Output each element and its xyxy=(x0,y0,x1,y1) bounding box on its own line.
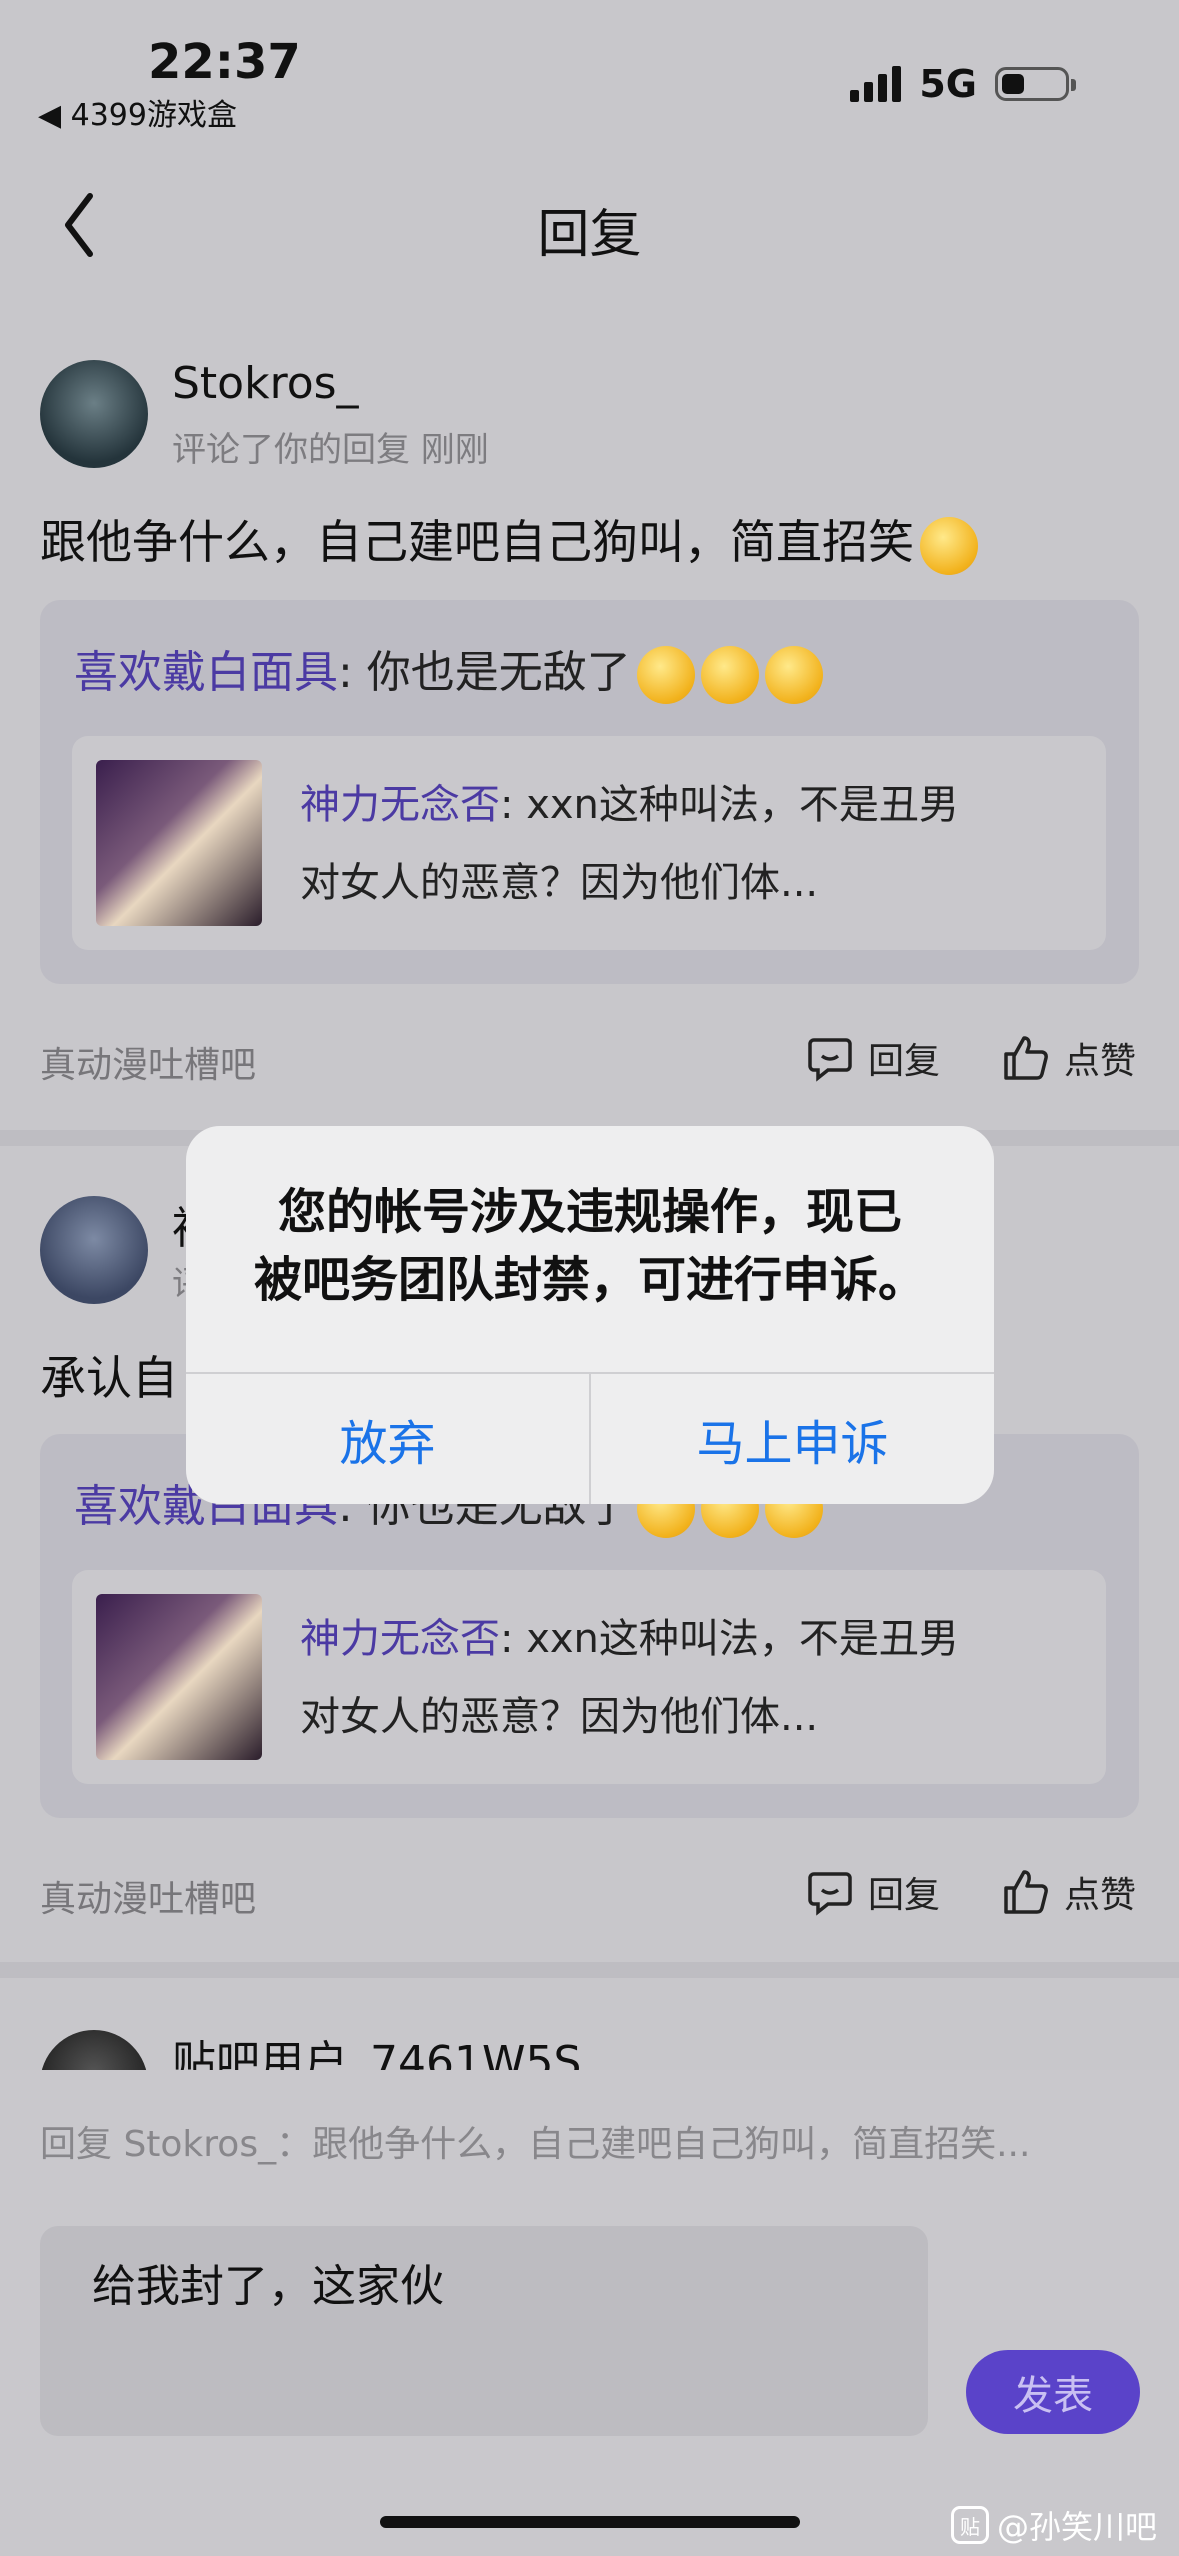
back-to-app-link[interactable]: ◀ 4399游戏盒 xyxy=(38,90,237,134)
comment-icon xyxy=(808,1038,852,1082)
watermark: 贴 @孙笑川吧 xyxy=(950,2502,1157,2548)
cancel-button[interactable]: 放弃 xyxy=(186,1374,589,1504)
reply-target-hint: 回复 Stokros_：跟他争什么，自己建吧自己狗叫，简直招笑... xyxy=(40,2124,1031,2165)
thumbs-up-icon xyxy=(1004,1870,1048,1914)
status-time: 22:37 xyxy=(148,34,301,90)
post-thumbnail xyxy=(96,760,262,926)
home-indicator[interactable] xyxy=(380,2516,800,2528)
post-thumbnail xyxy=(96,1594,262,1760)
reply-button[interactable]: 回复 xyxy=(806,1032,940,1084)
status-indicators: 5G xyxy=(850,62,1076,106)
comment-icon xyxy=(808,1872,852,1916)
alert-message: 您的帐号涉及违规操作，现已 被吧务团队封禁，可进行申诉。 xyxy=(253,1184,926,1308)
tieba-logo-icon: 贴 xyxy=(950,2506,989,2544)
battery-icon xyxy=(995,67,1076,101)
avatar[interactable] xyxy=(40,360,148,468)
username[interactable]: Stokros_ xyxy=(172,358,359,409)
page-title: 回复 xyxy=(537,205,642,265)
network-label: 5G xyxy=(919,62,977,106)
forum-name[interactable]: 真动漫吐槽吧 xyxy=(40,1036,256,1088)
like-button[interactable]: 点赞 xyxy=(1002,1032,1136,1084)
avatar[interactable] xyxy=(40,1196,148,1304)
comment-text: 承认自 xyxy=(40,1351,178,1405)
laugh-emoji-icon xyxy=(636,646,695,704)
thumbs-up-icon xyxy=(1004,1036,1048,1080)
send-button[interactable]: 发表 xyxy=(966,2350,1140,2434)
divider xyxy=(0,1962,1179,1978)
smirk-emoji-icon xyxy=(920,516,978,575)
laugh-emoji-icon xyxy=(700,646,759,704)
reply-button[interactable]: 回复 xyxy=(806,1866,940,1918)
reply-input-value[interactable]: 给我封了，这家伙 xyxy=(92,2250,444,2314)
comment-meta: 评论了你的回复 刚刚 xyxy=(172,430,489,470)
signal-icon xyxy=(850,66,902,102)
appeal-button[interactable]: 马上申诉 xyxy=(591,1374,994,1504)
original-post-text: 神力无念否: xxn这种叫法，不是丑男 对女人的恶意？因为他们体... xyxy=(300,782,959,906)
forum-name[interactable]: 真动漫吐槽吧 xyxy=(40,1870,256,1922)
comment-text: 跟他争什么，自己建吧自己狗叫，简直招笑 xyxy=(40,506,978,575)
quoted-reply-line: 喜欢戴白面具: 你也是无敌了 xyxy=(74,636,823,704)
original-post-text: 神力无念否: xxn这种叫法，不是丑男 对女人的恶意？因为他们体... xyxy=(300,1616,959,1740)
ban-alert-dialog: 您的帐号涉及违规操作，现已 被吧务团队封禁，可进行申诉。 放弃 马上申诉 xyxy=(186,1126,994,1504)
laugh-emoji-icon xyxy=(764,646,823,704)
like-button[interactable]: 点赞 xyxy=(1002,1866,1136,1918)
